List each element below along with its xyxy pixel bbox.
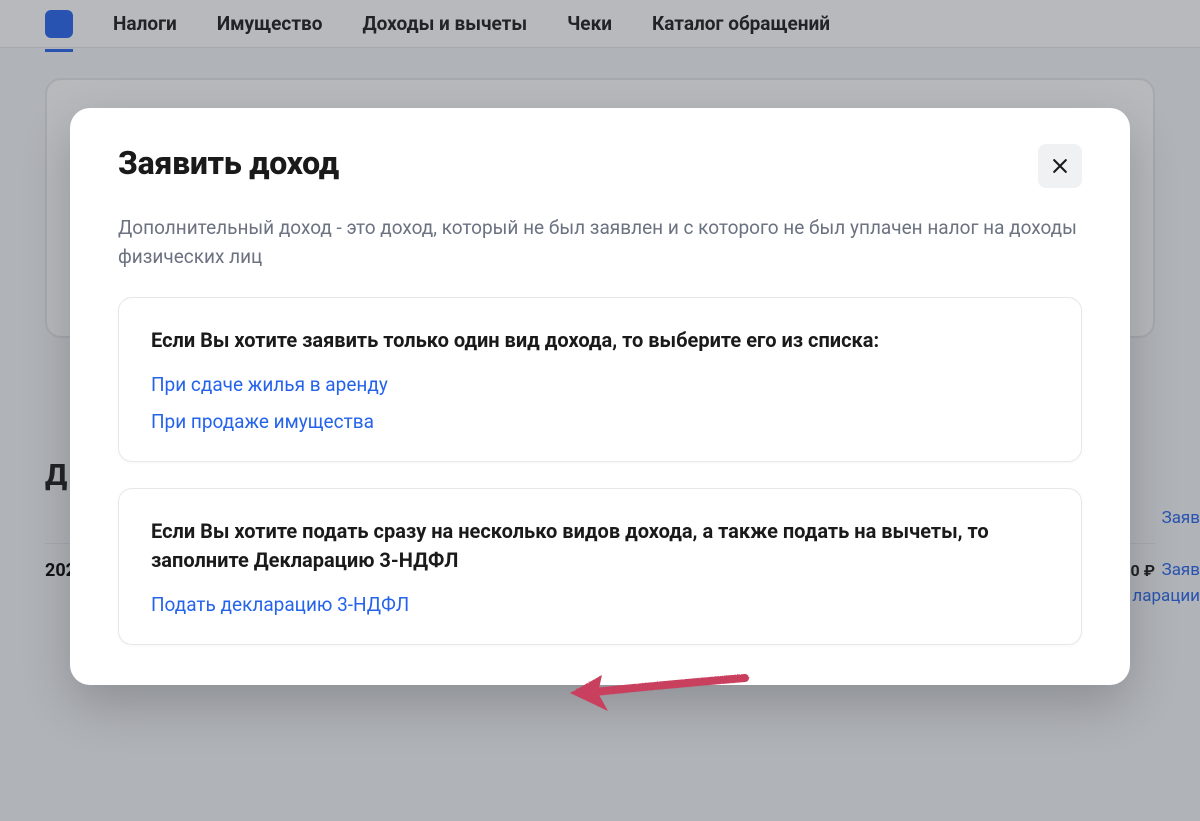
option-card-title: Если Вы хотите заявить только один вид д… (151, 326, 1049, 355)
option-card-title: Если Вы хотите подать сразу на несколько… (151, 517, 1049, 575)
modal-overlay: Заявить доход Дополнительный доход - это… (0, 0, 1200, 821)
declare-income-modal: Заявить доход Дополнительный доход - это… (70, 108, 1130, 685)
link-rent-income[interactable]: При сдаче жилья в аренду (151, 373, 1049, 396)
link-submit-3ndfl[interactable]: Подать декларацию 3-НДФЛ (151, 593, 1049, 616)
option-card-multiple-income: Если Вы хотите подать сразу на несколько… (118, 488, 1082, 645)
option-card-single-income: Если Вы хотите заявить только один вид д… (118, 297, 1082, 462)
link-sale-income[interactable]: При продаже имущества (151, 410, 1049, 433)
modal-description: Дополнительный доход - это доход, которы… (118, 214, 1082, 271)
close-button[interactable] (1038, 144, 1082, 188)
modal-title: Заявить доход (118, 144, 339, 182)
annotation-arrow-icon (560, 663, 760, 723)
close-icon (1050, 156, 1070, 176)
modal-header: Заявить доход (118, 144, 1082, 188)
